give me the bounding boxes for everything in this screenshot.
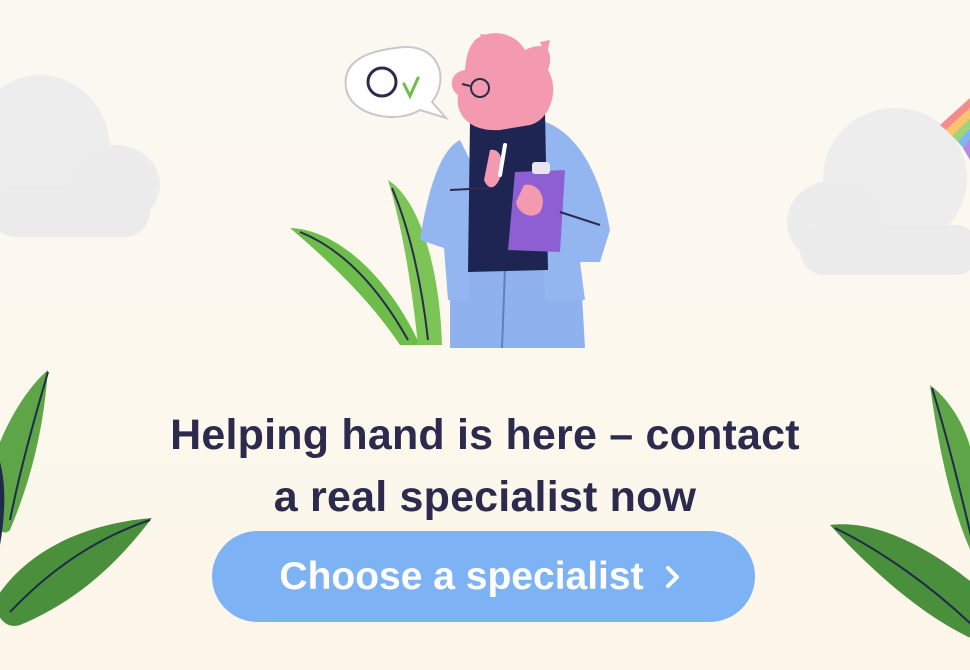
cloud-left-icon (0, 75, 160, 237)
headline-line-2: a real specialist now (273, 472, 697, 521)
plant-center-icon (290, 180, 442, 345)
speech-bubble (344, 45, 450, 120)
cloud-right-icon (787, 108, 970, 275)
headline: Helping hand is here – contact a real sp… (0, 404, 970, 528)
headline-line-1: Helping hand is here – contact (170, 410, 800, 459)
promo-banner: Helping hand is here – contact a real sp… (0, 0, 970, 670)
chevron-right-icon (665, 565, 679, 588)
choose-specialist-button[interactable]: Choose a specialist (212, 531, 755, 622)
choose-specialist-label: Choose a specialist (279, 554, 644, 598)
pig-specialist-icon (420, 33, 610, 349)
